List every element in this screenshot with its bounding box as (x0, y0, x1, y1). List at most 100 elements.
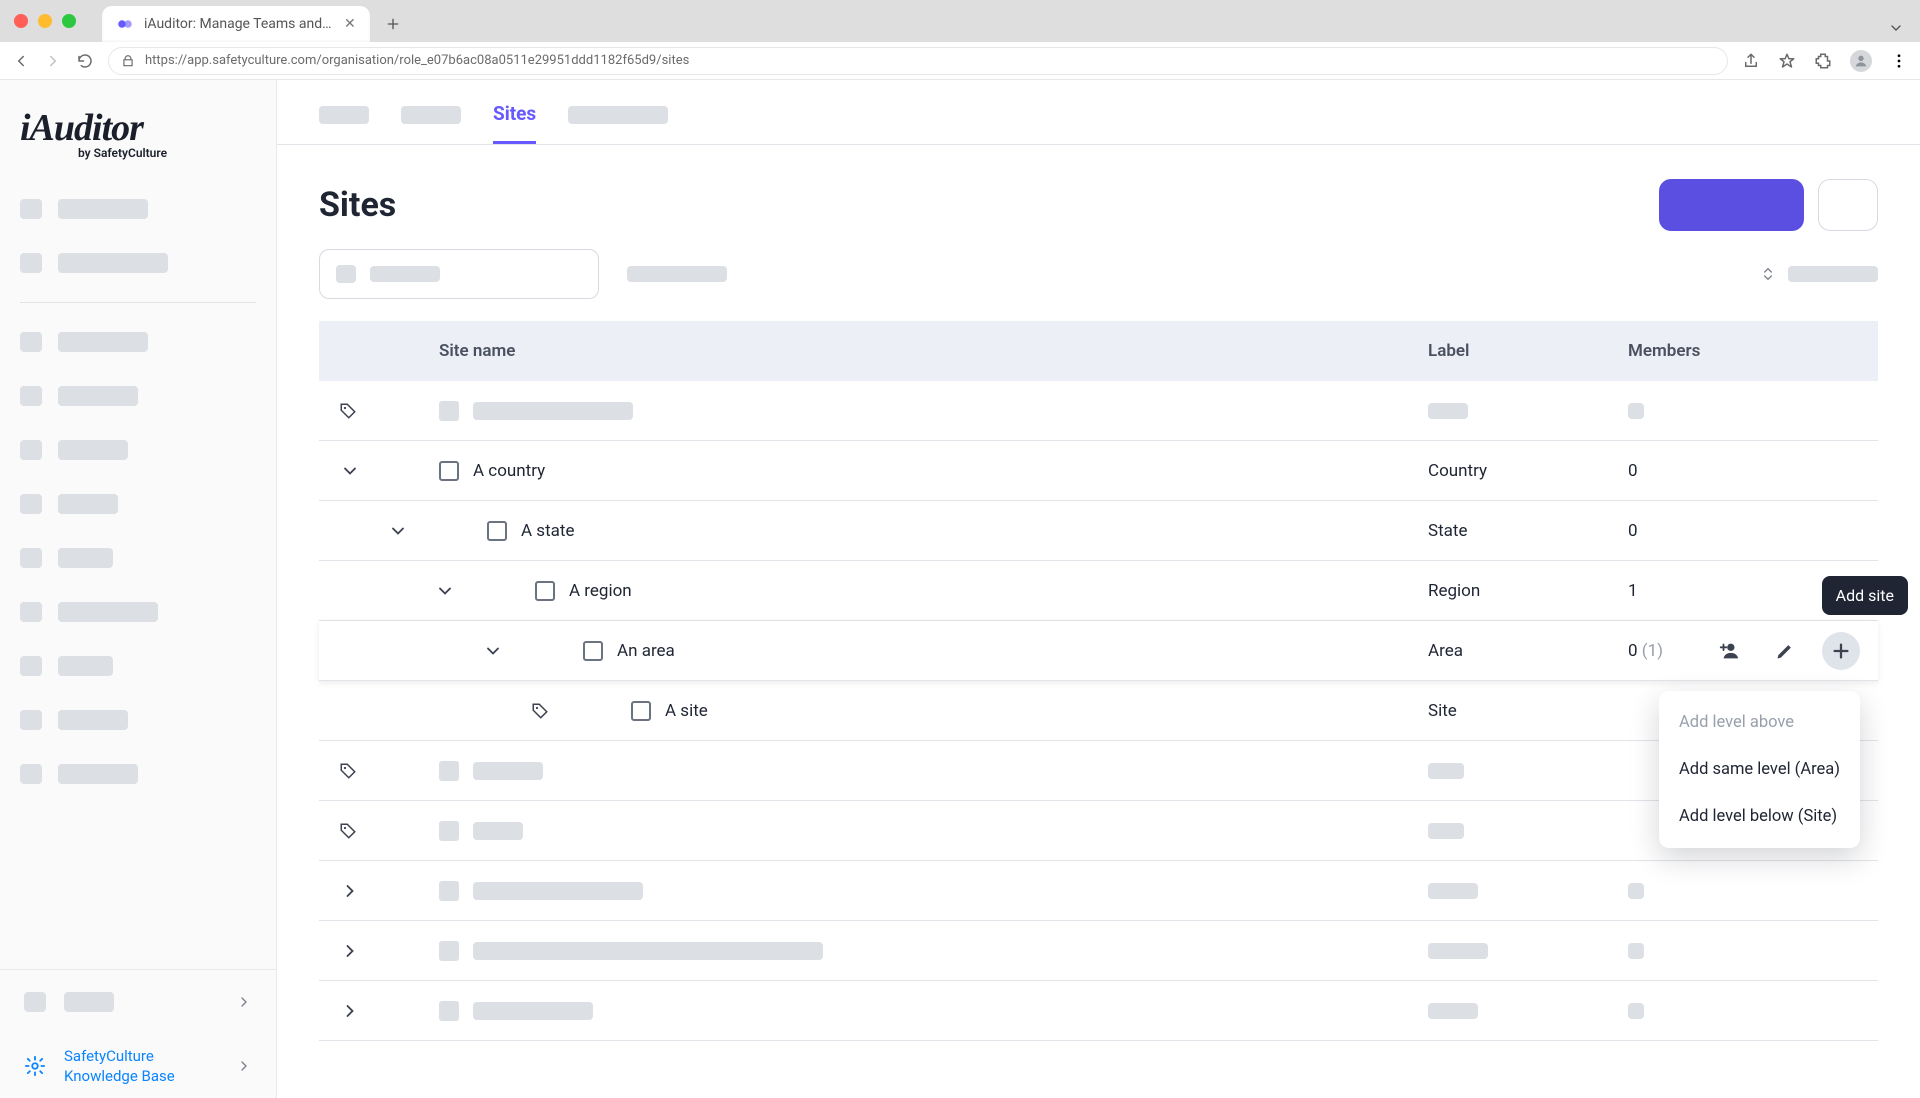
gear-icon (24, 1055, 46, 1077)
tree-row-state[interactable]: A state State 0 (319, 501, 1878, 561)
col-site-name: Site name (439, 341, 1428, 361)
page-tabs: Sites (277, 80, 1920, 145)
nav-back-button[interactable] (12, 52, 30, 70)
bookmark-star-icon[interactable] (1778, 52, 1796, 70)
sidebar-item[interactable] (20, 693, 256, 747)
row-checkbox[interactable] (583, 641, 603, 661)
row-name: An area (617, 641, 675, 661)
chevron-down-icon[interactable] (339, 460, 361, 482)
sidebar-item[interactable] (20, 369, 256, 423)
chevron-right-icon[interactable] (339, 880, 361, 902)
extensions-icon[interactable] (1814, 52, 1832, 70)
row-checkbox[interactable] (439, 461, 459, 481)
primary-action-button[interactable] (1659, 179, 1804, 231)
brand-name: iAuditor (20, 107, 143, 149)
add-site-tooltip: Add site (1822, 576, 1908, 615)
profile-avatar-icon[interactable] (1850, 50, 1872, 72)
dropdown-item-add-same[interactable]: Add same level (Area) (1659, 746, 1860, 793)
address-bar[interactable]: https://app.safetyculture.com/organisati… (108, 47, 1728, 75)
grid-header: Site name Label Members (319, 321, 1878, 381)
tab-overflow-icon[interactable] (1888, 20, 1904, 36)
sidebar-item[interactable] (20, 531, 256, 585)
sidebar-footer-item[interactable] (0, 970, 276, 1034)
sidebar-item[interactable] (20, 639, 256, 693)
filter-chip[interactable] (627, 266, 727, 282)
collapse-all-label[interactable] (1788, 266, 1878, 282)
row-label: Site (1428, 701, 1628, 721)
tree-row[interactable] (319, 381, 1878, 441)
window-minimize-icon[interactable] (38, 14, 52, 28)
col-label: Label (1428, 341, 1628, 361)
dropdown-item-add-below[interactable]: Add level below (Site) (1659, 793, 1860, 840)
kebab-menu-icon[interactable] (1890, 52, 1908, 70)
favicon-icon (116, 15, 134, 33)
row-name: A state (521, 521, 574, 541)
collapse-all-icon[interactable] (1760, 266, 1776, 282)
page-tab[interactable] (401, 106, 461, 124)
browser-chrome: iAuditor: Manage Teams and In ✕ https://… (0, 0, 1920, 80)
url-text: https://app.safetyculture.com/organisati… (145, 53, 689, 68)
sidebar-item[interactable] (20, 477, 256, 531)
browser-tab-active[interactable]: iAuditor: Manage Teams and In ✕ (102, 6, 370, 42)
row-actions: Add site (1710, 632, 1860, 670)
brand-byline: by SafetyCulture (78, 146, 256, 160)
tab-close-icon[interactable]: ✕ (344, 16, 356, 32)
reload-button[interactable] (76, 52, 94, 70)
kb-line1: SafetyCulture (64, 1047, 154, 1065)
add-member-icon[interactable] (1710, 632, 1748, 670)
share-icon[interactable] (1742, 52, 1760, 70)
tab-title: iAuditor: Manage Teams and In (144, 16, 334, 32)
row-label: State (1428, 521, 1628, 541)
tree-row-country[interactable]: A country Country 0 (319, 441, 1878, 501)
row-checkbox[interactable] (487, 521, 507, 541)
tree-row[interactable] (319, 801, 1878, 861)
window-zoom-icon[interactable] (62, 14, 76, 28)
secondary-action-button[interactable] (1818, 179, 1878, 231)
sidebar-item[interactable] (20, 423, 256, 477)
chevron-right-icon[interactable] (339, 940, 361, 962)
page-tab[interactable] (568, 106, 668, 124)
search-input[interactable] (319, 249, 599, 299)
chevron-right-icon[interactable] (339, 1000, 361, 1022)
tree-row[interactable] (319, 861, 1878, 921)
add-site-button[interactable]: Add site (1822, 632, 1860, 670)
tree-row[interactable] (319, 921, 1878, 981)
row-name: A site (665, 701, 708, 721)
tag-icon (339, 762, 357, 780)
sidebar-item[interactable] (20, 182, 256, 236)
tree-row[interactable] (319, 741, 1878, 801)
window-close-icon[interactable] (14, 14, 28, 28)
brand-logo: iAuditor by SafetyCulture (0, 106, 276, 182)
sidebar-item[interactable] (20, 585, 256, 639)
sidebar-knowledge-base-link[interactable]: SafetyCulture Knowledge Base (0, 1034, 276, 1098)
chevron-right-icon (236, 994, 252, 1010)
window-controls (0, 0, 90, 42)
tab-strip: iAuditor: Manage Teams and In ✕ (0, 0, 1920, 42)
page-tab[interactable] (319, 106, 369, 124)
url-bar: https://app.safetyculture.com/organisati… (0, 42, 1920, 80)
row-name: A region (569, 581, 632, 601)
sidebar-item[interactable] (20, 747, 256, 801)
tree-row-site[interactable]: A site Site (319, 681, 1878, 741)
row-checkbox[interactable] (535, 581, 555, 601)
row-label: Area (1428, 641, 1628, 661)
row-name: A country (473, 461, 545, 481)
row-members: 0 (1628, 461, 1878, 481)
col-members: Members (1628, 341, 1878, 361)
new-tab-button[interactable] (378, 9, 408, 39)
row-members: 0 (1628, 521, 1878, 541)
sidebar-item[interactable] (20, 315, 256, 369)
sidebar-item[interactable] (20, 236, 256, 290)
lock-icon (121, 54, 135, 68)
edit-pencil-icon[interactable] (1766, 632, 1804, 670)
tag-icon (339, 402, 357, 420)
dropdown-item-add-above: Add level above (1659, 699, 1860, 746)
tree-row-area[interactable]: An area Area 0 (1) Add site Add level ab… (319, 621, 1878, 681)
chevron-down-icon[interactable] (387, 520, 409, 542)
row-checkbox[interactable] (631, 701, 651, 721)
tree-row-region[interactable]: A region Region 1 (319, 561, 1878, 621)
kb-line2: Knowledge Base (64, 1067, 175, 1085)
page-tab-sites[interactable]: Sites (493, 102, 536, 144)
tree-row[interactable] (319, 981, 1878, 1041)
row-members: 0 (1628, 641, 1638, 661)
